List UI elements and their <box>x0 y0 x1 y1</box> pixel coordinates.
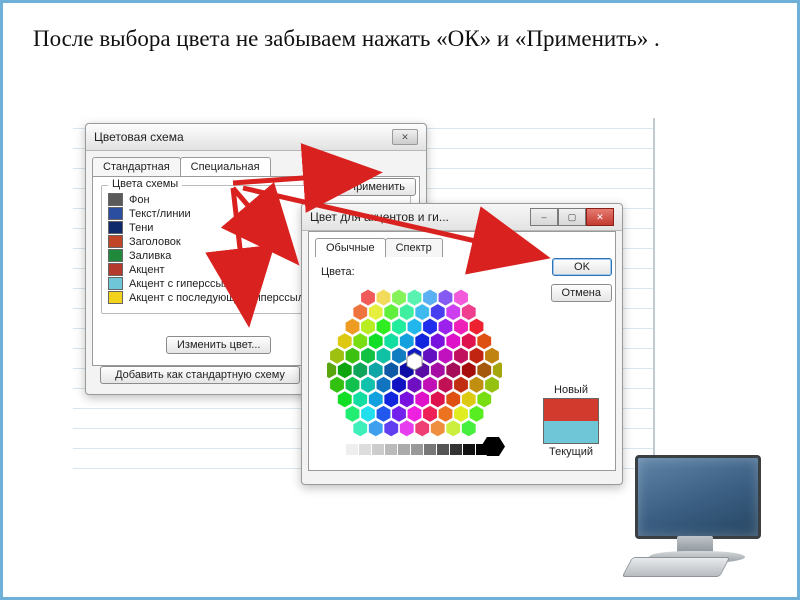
gray-swatch[interactable] <box>398 444 410 455</box>
color-label: Фон <box>129 194 150 206</box>
color-swatch <box>108 235 123 248</box>
tab-normal[interactable]: Обычные <box>315 238 386 257</box>
color-preview: Новый Текущий <box>539 384 603 458</box>
gray-swatch[interactable] <box>424 444 436 455</box>
current-label: Текущий <box>539 446 603 458</box>
color-picker-dialog: Цвет для акцентов и ги... – ▢ ✕ Обычные … <box>301 203 623 485</box>
add-standard-button[interactable]: Добавить как стандартную схему <box>100 366 300 384</box>
dialog1-titlebar[interactable]: Цветовая схема ✕ <box>86 124 426 151</box>
color-swatch <box>108 249 123 262</box>
cancel-button[interactable]: Отмена <box>551 284 612 302</box>
hex-color-wheel[interactable] <box>327 284 502 439</box>
color-label: Акцент <box>129 264 165 276</box>
color-swatch <box>108 277 123 290</box>
color-label: Тени <box>129 222 153 234</box>
color-label: Акцент с гиперссылкой <box>129 278 247 290</box>
change-color-button[interactable]: Изменить цвет... <box>166 336 271 354</box>
new-label: Новый <box>539 384 603 396</box>
gray-swatch[interactable] <box>450 444 462 455</box>
color-label: Заливка <box>129 250 171 262</box>
dialog2-titlebar[interactable]: Цвет для акцентов и ги... – ▢ ✕ <box>302 204 622 231</box>
scheme-colors-legend: Цвета схемы <box>108 178 182 190</box>
ok-button[interactable]: OK <box>552 258 612 276</box>
minimize-icon[interactable]: – <box>530 208 558 226</box>
color-label: Акцент с последующей гиперссылкой <box>129 292 321 304</box>
color-label: Заголовок <box>129 236 181 248</box>
slide-frame: После выбора цвета не забываем нажать «О… <box>0 0 800 600</box>
close-icon[interactable]: ✕ <box>392 129 418 145</box>
close-icon[interactable]: ✕ <box>586 208 614 226</box>
monitor-clipart <box>627 453 777 583</box>
color-swatch <box>108 193 123 206</box>
colors-label: Цвета: <box>321 266 355 278</box>
gray-swatch[interactable] <box>411 444 423 455</box>
dialog1-tabs: Стандартная Специальная <box>92 157 420 176</box>
gray-swatch[interactable] <box>463 444 475 455</box>
color-swatch <box>108 291 123 304</box>
editor-background: Цветовая схема ✕ Стандартная Специальная… <box>73 118 655 488</box>
gray-swatch[interactable] <box>437 444 449 455</box>
tab-standard[interactable]: Стандартная <box>92 157 181 176</box>
color-label: Текст/линии <box>129 208 191 220</box>
tab-special[interactable]: Специальная <box>180 157 271 176</box>
gray-swatch[interactable] <box>333 444 345 455</box>
color-swatch <box>108 207 123 220</box>
gray-swatch[interactable] <box>359 444 371 455</box>
grayscale-row[interactable] <box>333 444 488 455</box>
color-swatch <box>108 221 123 234</box>
dialog1-title: Цветовая схема <box>94 130 184 144</box>
color-swatch <box>108 263 123 276</box>
apply-button[interactable]: Применить <box>337 178 416 196</box>
gray-swatch[interactable] <box>385 444 397 455</box>
dialog2-title: Цвет для акцентов и ги... <box>310 210 449 224</box>
maximize-icon[interactable]: ▢ <box>558 208 586 226</box>
current-color-swatch <box>544 421 598 443</box>
gray-swatch[interactable] <box>346 444 358 455</box>
slide-caption: После выбора цвета не забываем нажать «О… <box>33 23 767 54</box>
new-color-swatch <box>544 399 598 421</box>
tab-spectrum[interactable]: Спектр <box>385 238 443 257</box>
dialog2-tabs: Обычные Спектр <box>315 238 609 257</box>
gray-swatch[interactable] <box>372 444 384 455</box>
